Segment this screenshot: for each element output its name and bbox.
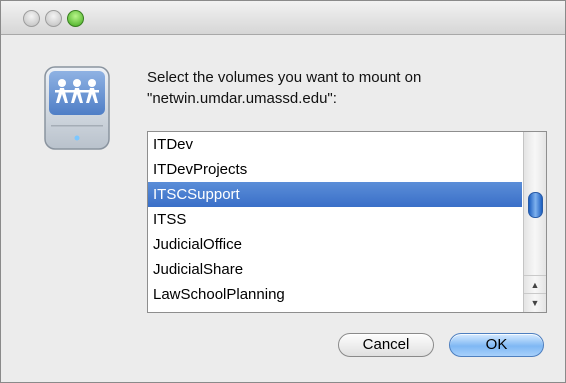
volume-row[interactable]: JudicialShare [148,257,522,282]
mount-volumes-dialog: Select the volumes you want to mount on … [0,0,566,383]
volume-row[interactable]: ITDev [148,132,522,157]
volume-row[interactable]: ITSS [148,207,522,232]
title-bar [1,1,565,35]
volume-row[interactable]: JudicialOffice [148,232,522,257]
volume-row[interactable]: ITDevProjects [148,157,522,182]
network-drive-icon [39,63,115,153]
close-window-button[interactable] [23,10,40,27]
zoom-window-button[interactable] [67,10,84,27]
volume-rows: ITDev ITDevProjects ITSCSupport ITSS Judicia… [148,132,546,307]
volume-row[interactable]: LawSchoolPlanning [148,282,522,307]
volume-row[interactable]: ITSCSupport [148,182,522,207]
cancel-button[interactable]: Cancel [338,333,434,357]
dialog-message: Select the volumes you want to mount on … [147,69,422,107]
ok-button[interactable]: OK [449,333,544,357]
scroll-down-arrow-icon[interactable]: ▼ [524,293,546,312]
scroll-up-arrow-icon[interactable]: ▲ [524,275,546,294]
volume-list[interactable]: ITDev ITDevProjects ITSCSupport ITSS Judicia… [147,131,547,313]
vertical-scrollbar[interactable]: ▲ ▼ [523,132,546,312]
dialog-content: Select the volumes you want to mount on … [1,35,565,382]
minimize-window-button[interactable] [45,10,62,27]
scroll-thumb[interactable] [528,192,543,218]
